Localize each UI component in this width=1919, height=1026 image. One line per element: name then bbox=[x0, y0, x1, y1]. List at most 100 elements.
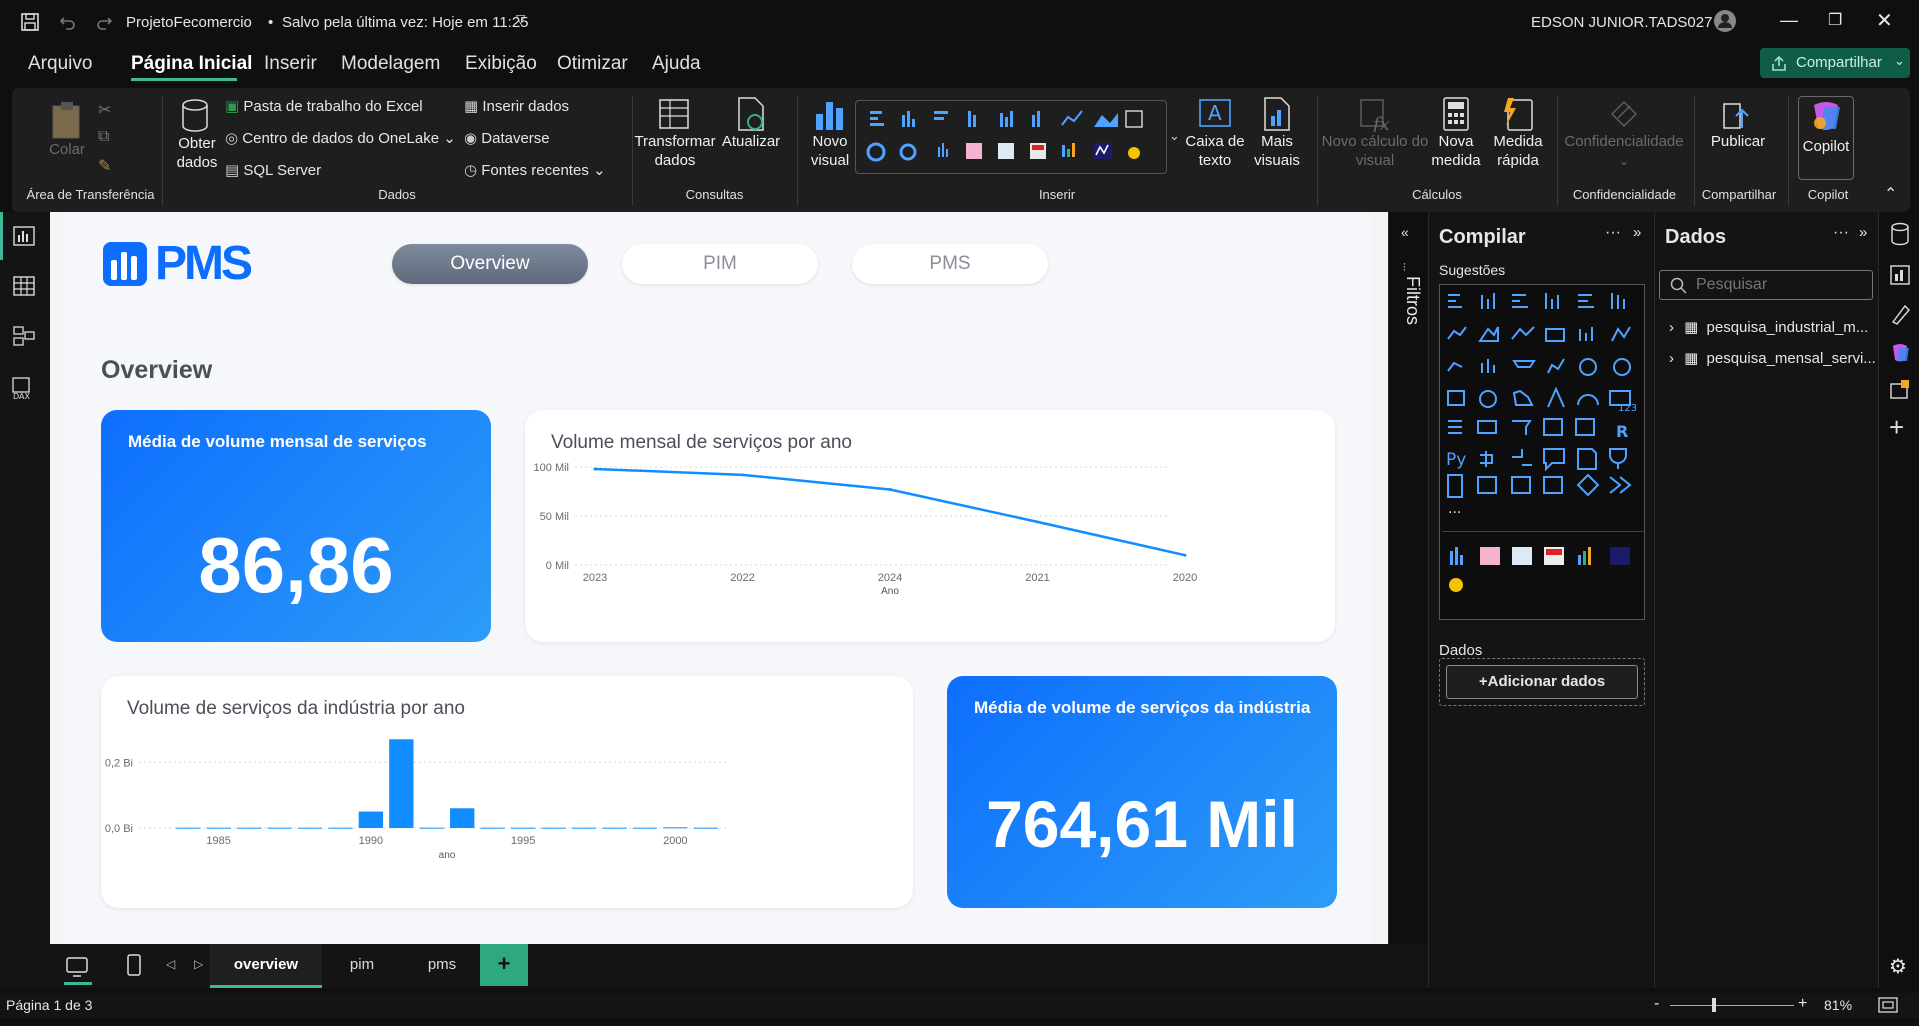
kpi-card-monthly-services[interactable]: Média de volume mensal de serviços 86,86 bbox=[101, 410, 491, 642]
new-calc-label: Novo cálculo do visual bbox=[1321, 133, 1429, 169]
table-item-pesquisa-industrial[interactable]: › ▦ pesquisa_industrial_m... bbox=[1669, 318, 1868, 336]
bar-chart-card[interactable]: Volume de serviços da indústria por ano … bbox=[101, 676, 913, 908]
format-painter-icon[interactable]: ✎ bbox=[98, 156, 111, 176]
menu-arquivo[interactable]: Arquivo bbox=[28, 53, 92, 75]
restore-icon[interactable]: ❐ bbox=[1828, 10, 1842, 30]
onelake-button[interactable]: ◎ Centro de dados do OneLake ⌄ bbox=[225, 129, 456, 147]
filter-icon: ⫶ bbox=[1403, 262, 1406, 274]
search-input[interactable] bbox=[1696, 275, 1866, 295]
more-visuals-button[interactable]: Mais visuais bbox=[1242, 96, 1312, 170]
new-visual-label: Novo visual bbox=[810, 133, 850, 169]
visualizations-grid[interactable]: 123 R Py ··· bbox=[1439, 284, 1645, 620]
table-view-icon[interactable] bbox=[13, 276, 35, 296]
sensitivity-button[interactable]: Confidencialidade ⌄ bbox=[1560, 96, 1688, 171]
table-item-pesquisa-mensal[interactable]: › ▦ pesquisa_mensal_servi... bbox=[1669, 349, 1876, 367]
menu-ajuda[interactable]: Ajuda bbox=[652, 53, 701, 75]
copy-icon[interactable]: ⧉ bbox=[98, 128, 109, 146]
dax-query-icon[interactable]: DAX bbox=[11, 376, 37, 400]
sql-button[interactable]: ▤ SQL Server bbox=[225, 161, 321, 179]
next-page-icon[interactable]: ▷ bbox=[194, 957, 203, 971]
new-measure-button[interactable]: Nova medida bbox=[1430, 96, 1482, 170]
page-tab-pms[interactable]: pms bbox=[402, 944, 482, 988]
menu-otimizar[interactable]: Otimizar bbox=[557, 53, 628, 75]
add-data-drop-zone: +Adicionar dados bbox=[1439, 658, 1645, 706]
svg-text:fx: fx bbox=[1371, 114, 1390, 132]
zoom-slider-thumb[interactable] bbox=[1712, 998, 1716, 1012]
sensitivity-label: Confidencialidade bbox=[1564, 133, 1684, 150]
report-view-icon[interactable] bbox=[13, 226, 35, 246]
build-collapse-icon[interactable]: » bbox=[1633, 224, 1641, 241]
add-pane-icon[interactable]: + bbox=[1889, 412, 1904, 443]
copilot-pane-icon[interactable] bbox=[1889, 340, 1911, 364]
zoom-out-button[interactable]: - bbox=[1654, 995, 1659, 1013]
page-tab-pim[interactable]: pim bbox=[322, 944, 402, 988]
gallery-expand-icon[interactable]: ⌄ bbox=[1169, 128, 1180, 144]
tab-pim[interactable]: PIM bbox=[622, 244, 818, 284]
publish-button[interactable]: Publicar bbox=[1698, 96, 1778, 151]
model-view-icon[interactable] bbox=[13, 326, 35, 346]
new-visual-button[interactable]: Novo visual bbox=[802, 96, 858, 170]
visualizations-pane-icon[interactable] bbox=[1889, 262, 1911, 286]
refresh-button[interactable]: Atualizar bbox=[716, 96, 786, 151]
add-page-button[interactable]: + bbox=[480, 944, 528, 986]
undo-icon[interactable] bbox=[58, 12, 78, 32]
quick-measure-button[interactable]: Medida rápida bbox=[1488, 96, 1548, 170]
format-pane-icon[interactable] bbox=[1889, 302, 1911, 326]
line-chart-card[interactable]: Volume mensal de serviços por ano 100 Mi… bbox=[525, 410, 1335, 642]
data-collapse-icon[interactable]: » bbox=[1859, 224, 1867, 241]
visual-gallery[interactable] bbox=[855, 100, 1167, 174]
settings-gear-icon[interactable]: ⚙ bbox=[1889, 954, 1907, 979]
tab-overview[interactable]: Overview bbox=[392, 244, 588, 284]
logo-bars-icon bbox=[103, 242, 147, 286]
page-tab-overview[interactable]: overview bbox=[210, 944, 322, 988]
cut-icon[interactable]: ✂ bbox=[98, 100, 111, 120]
filters-pane-collapsed[interactable]: « ⫶ Filtros bbox=[1388, 212, 1428, 944]
kpi-card-industry-services[interactable]: Média de volume de serviços da indústria… bbox=[947, 676, 1337, 908]
share-button[interactable]: Compartilhar ⌄ bbox=[1760, 48, 1910, 78]
mobile-layout-icon[interactable] bbox=[126, 954, 142, 978]
bar bbox=[450, 808, 475, 828]
quick-measure-icon bbox=[1504, 98, 1533, 131]
insert-data-button[interactable]: ▦ Inserir dados bbox=[464, 97, 569, 115]
zoom-slider-track[interactable] bbox=[1670, 1005, 1794, 1006]
excel-button[interactable]: ▣ Pasta de trabalho do Excel bbox=[225, 97, 423, 115]
build-more-icon[interactable]: ··· bbox=[1605, 224, 1621, 242]
bar bbox=[419, 827, 444, 829]
menu-modelagem[interactable]: Modelagem bbox=[341, 53, 440, 75]
bookmark-pane-icon[interactable] bbox=[1889, 378, 1911, 402]
expand-filters-icon[interactable]: « bbox=[1401, 224, 1409, 240]
redo-icon[interactable] bbox=[94, 12, 114, 32]
menu-pagina-inicial[interactable]: Página Inicial bbox=[131, 53, 252, 75]
copilot-button[interactable]: Copilot bbox=[1798, 96, 1854, 180]
new-visual-calc-button[interactable]: fx Novo cálculo do visual bbox=[1320, 96, 1430, 170]
avatar[interactable] bbox=[1712, 8, 1738, 34]
minimize-icon[interactable]: — bbox=[1780, 10, 1798, 31]
user-name[interactable]: EDSON JUNIOR.TADS027 bbox=[1531, 14, 1712, 31]
expand-chevron-icon[interactable]: › bbox=[1669, 319, 1674, 336]
get-data-button[interactable]: Obter dados bbox=[167, 98, 227, 172]
menu-exibicao[interactable]: Exibição bbox=[465, 53, 537, 75]
recent-sources-button[interactable]: ◷ Fontes recentes ⌄ bbox=[464, 161, 606, 179]
fit-page-icon[interactable] bbox=[1878, 997, 1898, 1013]
save-icon[interactable] bbox=[20, 12, 40, 32]
tab-pms[interactable]: PMS bbox=[852, 244, 1048, 284]
zoom-in-button[interactable]: + bbox=[1798, 995, 1807, 1013]
paste-button[interactable]: Colar bbox=[42, 100, 92, 159]
textbox-button[interactable]: A Caixa de texto bbox=[1180, 96, 1250, 170]
queries-group-label: Consultas bbox=[685, 187, 744, 202]
desktop-layout-icon[interactable] bbox=[66, 956, 88, 978]
transform-data-button[interactable]: Transformar dados bbox=[634, 96, 716, 170]
data-more-icon[interactable]: ··· bbox=[1833, 224, 1849, 242]
insert-data-label: Inserir dados bbox=[482, 98, 570, 115]
dataverse-button[interactable]: ◉ Dataverse bbox=[464, 129, 550, 147]
document-title[interactable]: ProjetoFecomercio bbox=[126, 14, 252, 31]
add-data-button[interactable]: +Adicionar dados bbox=[1446, 665, 1638, 699]
data-search-box[interactable] bbox=[1659, 270, 1873, 300]
close-icon[interactable]: ✕ bbox=[1876, 8, 1893, 33]
expand-chevron-icon[interactable]: › bbox=[1669, 350, 1674, 367]
data-pane-icon[interactable] bbox=[1889, 222, 1911, 246]
menu-inserir[interactable]: Inserir bbox=[264, 53, 317, 75]
collapse-ribbon-icon[interactable]: ⌃ bbox=[1884, 184, 1897, 204]
title-chevron-icon[interactable]: ▽ bbox=[516, 12, 525, 26]
prev-page-icon[interactable]: ◁ bbox=[166, 957, 175, 971]
